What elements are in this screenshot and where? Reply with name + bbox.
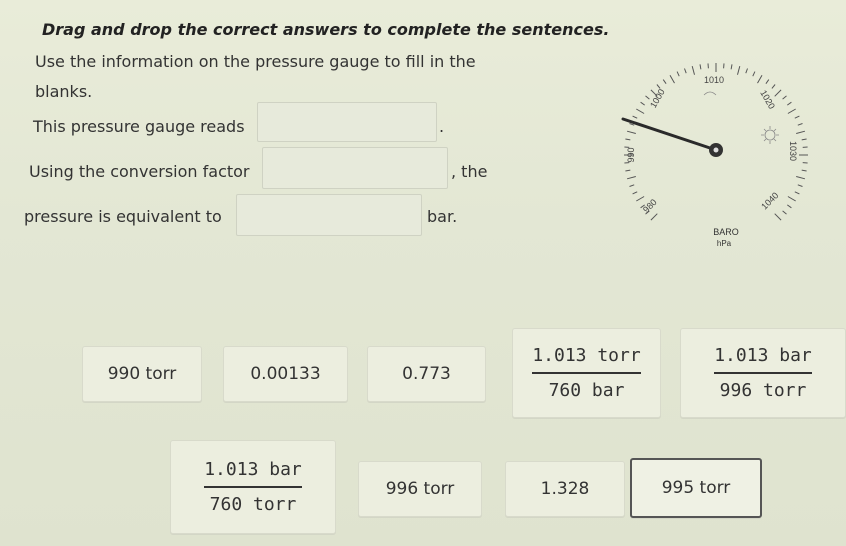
fraction-denominator: 760 torr xyxy=(209,494,297,515)
sentence-3-end: bar. xyxy=(427,207,458,226)
prompt-text: Use the information on the pressure gaug… xyxy=(35,52,476,71)
gauge-tick xyxy=(787,108,796,114)
answer-card-996-torr[interactable]: 996 torr xyxy=(358,461,482,517)
gauge-tick xyxy=(684,68,687,74)
answer-card-1-328[interactable]: 1.328 xyxy=(505,461,625,517)
gauge-tick xyxy=(640,101,645,106)
gauge-tick xyxy=(794,191,800,195)
gauge-tick xyxy=(771,84,776,89)
gauge-label-1020: 1020 xyxy=(758,88,777,110)
answer-card-label: 995 torr xyxy=(661,478,731,498)
gauge-tick xyxy=(765,79,770,84)
gauge-tick xyxy=(636,196,645,202)
gauge-needle xyxy=(621,117,718,152)
answer-card-990-torr[interactable]: 990 torr xyxy=(82,346,202,402)
gauge-tick xyxy=(796,130,806,134)
gauge-label-1030: 1030 xyxy=(788,141,798,161)
gauge-tick xyxy=(787,196,796,202)
sentence-3-text: pressure is equivalent to xyxy=(24,207,222,226)
fraction-bar xyxy=(532,372,641,374)
gauge-tick xyxy=(626,176,636,180)
answer-card-0-00133[interactable]: 0.00133 xyxy=(223,346,348,402)
gauge-label-1010: 1010 xyxy=(704,75,724,85)
fraction-numerator: 1.013 torr xyxy=(532,345,641,366)
fraction-bar xyxy=(204,486,302,488)
answer-card-0-773[interactable]: 0.773 xyxy=(367,346,486,402)
gauge-tick xyxy=(787,101,792,106)
gauge-tick xyxy=(794,115,800,119)
sentence-1-end: . xyxy=(439,117,445,136)
gauge-tick xyxy=(787,204,792,209)
gauge-tick xyxy=(669,75,675,84)
fraction-denominator: 760 bar xyxy=(548,380,625,401)
sentence-1-text: This pressure gauge reads xyxy=(33,117,245,136)
gauge-tick xyxy=(745,68,748,74)
fraction: 1.013 bar 996 torr xyxy=(714,345,812,401)
gauge-baro-label: BARO xyxy=(713,227,739,237)
gauge-label-1000: 1000 xyxy=(648,87,667,109)
fraction-bar xyxy=(714,372,812,374)
answer-card-label: 996 torr xyxy=(385,479,455,499)
gauge-tick xyxy=(629,184,635,187)
answer-card-fraction-bar-over-996-torr[interactable]: 1.013 bar 996 torr xyxy=(680,328,846,418)
gauge-tick xyxy=(797,184,803,187)
gauge-tick xyxy=(645,95,650,100)
answer-card-label: 990 torr xyxy=(107,364,177,384)
gauge-tick xyxy=(737,65,741,75)
gauge-tick xyxy=(676,71,680,77)
gauge-tick xyxy=(774,213,782,221)
prompt-text-cont: blanks. xyxy=(35,82,93,101)
drop-zone-2[interactable] xyxy=(262,147,448,189)
drop-zone-3[interactable] xyxy=(236,194,422,236)
gauge-unit-label: hPa xyxy=(717,239,732,248)
gauge-tick xyxy=(774,89,782,97)
gauge-tick xyxy=(801,138,807,141)
gauge-tick xyxy=(730,64,733,70)
gauge-label-990: 990 xyxy=(626,147,636,162)
answer-card-fraction-bar-over-760-torr[interactable]: 1.013 bar 760 torr xyxy=(170,440,336,534)
answer-card-label: 0.00133 xyxy=(250,364,321,384)
fraction-numerator: 1.013 bar xyxy=(714,345,812,366)
cloud-icon xyxy=(703,91,717,96)
answer-card-label: 1.328 xyxy=(540,479,590,499)
fraction: 1.013 torr 760 bar xyxy=(532,345,641,401)
gauge-tick xyxy=(626,130,636,134)
gauge-tick xyxy=(625,169,631,172)
gauge-tick xyxy=(757,75,763,84)
gauge-tick xyxy=(691,65,695,75)
gauge-tick xyxy=(650,213,658,221)
fraction: 1.013 bar 760 torr xyxy=(204,459,302,515)
instructions-heading: Drag and drop the correct answers to com… xyxy=(42,20,610,39)
gauge-ticks xyxy=(624,63,808,221)
gauge-label-1040: 1040 xyxy=(759,190,780,211)
gauge-tick xyxy=(662,79,667,84)
sentence-2-end: , the xyxy=(451,162,488,181)
answer-card-label: 0.773 xyxy=(402,364,451,384)
gauge-tick xyxy=(782,95,787,100)
gauge-tick xyxy=(782,210,787,215)
gauge-tick xyxy=(797,123,803,126)
gauge-tick xyxy=(699,64,702,70)
sentence-2-text: Using the conversion factor xyxy=(29,162,250,181)
sun-icon xyxy=(761,126,779,144)
answer-card-995-torr[interactable]: 995 torr xyxy=(630,458,762,518)
fraction-denominator: 996 torr xyxy=(719,380,807,401)
gauge-tick xyxy=(801,169,807,172)
pressure-gauge: 980 990 1000 1010 1020 1030 1040 BARO hP… xyxy=(621,63,808,248)
answer-card-fraction-torr-over-bar[interactable]: 1.013 torr 760 bar xyxy=(512,328,661,418)
gauge-label-980: 980 xyxy=(641,197,659,215)
fraction-numerator: 1.013 bar xyxy=(204,459,302,480)
gauge-tick xyxy=(636,108,645,114)
gauge-tick xyxy=(625,138,631,141)
drop-zone-1[interactable] xyxy=(257,102,437,142)
gauge-tick xyxy=(632,115,638,119)
gauge-tick xyxy=(752,71,756,77)
gauge-tick xyxy=(796,176,806,180)
gauge-tick xyxy=(632,191,638,195)
